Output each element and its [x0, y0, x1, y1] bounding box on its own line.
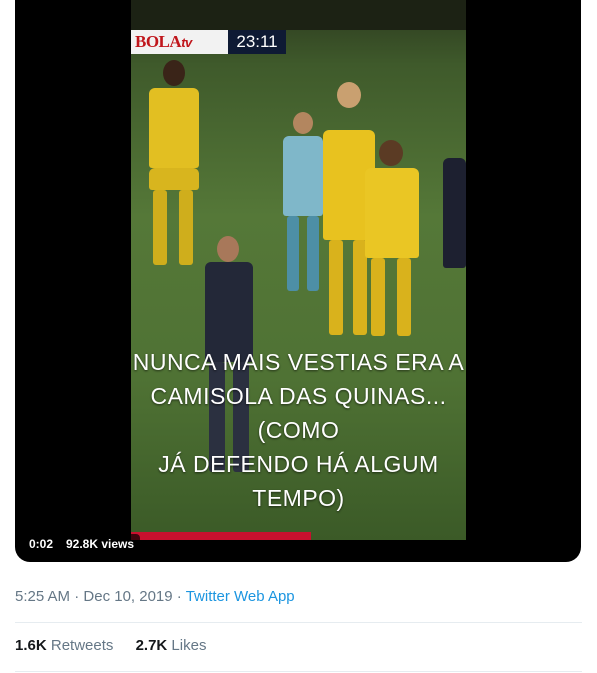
- caption-line: JÁ DEFENDO HÁ ALGUM TEMPO): [158, 451, 439, 511]
- retweets-label: Retweets: [50, 637, 114, 654]
- player-figure: [139, 60, 209, 275]
- divider: [15, 622, 582, 623]
- meta-separator: ·: [176, 588, 182, 605]
- tweet-date[interactable]: Dec 10, 2019: [83, 588, 172, 605]
- news-ticker-bar: [131, 532, 311, 540]
- view-count-badge: 92.8K views: [60, 534, 141, 554]
- tweet-source-link[interactable]: Twitter Web App: [186, 588, 295, 605]
- caption-line: CAMISOLA DAS QUINAS...(COMO: [150, 383, 447, 443]
- likes-label: Likes: [171, 637, 207, 654]
- retweets-count: 1.6K: [15, 637, 47, 654]
- channel-logo: BOLAtv: [131, 30, 228, 54]
- tweet-time[interactable]: 5:25 AM: [15, 588, 70, 605]
- video-duration-badge: 0:02: [23, 534, 60, 554]
- staff-figure: [443, 158, 466, 328]
- match-clock: 23:11: [228, 30, 286, 54]
- player-figure: [361, 140, 421, 340]
- video-frame[interactable]: BOLAtv 23:11 NUNCA MAIS VESTIAS ERA A CA…: [131, 0, 466, 540]
- video-caption: NUNCA MAIS VESTIAS ERA A CAMISOLA DAS QU…: [131, 345, 466, 515]
- divider: [15, 671, 582, 672]
- likes-count: 2.7K: [135, 637, 168, 654]
- video-player[interactable]: BOLAtv 23:11 NUNCA MAIS VESTIAS ERA A CA…: [15, 0, 581, 562]
- caption-line: NUNCA MAIS VESTIAS ERA A: [132, 349, 465, 375]
- likes-link[interactable]: 2.7K Likes: [136, 637, 207, 654]
- meta-separator: ·: [74, 588, 80, 605]
- engagement-stats: 1.6K Retweets 2.7K Likes: [15, 637, 224, 654]
- tweet-metadata: 5:25 AM · Dec 10, 2019 · Twitter Web App: [15, 588, 295, 605]
- retweets-link[interactable]: 1.6K Retweets: [15, 637, 118, 654]
- stadium-background: [131, 0, 466, 30]
